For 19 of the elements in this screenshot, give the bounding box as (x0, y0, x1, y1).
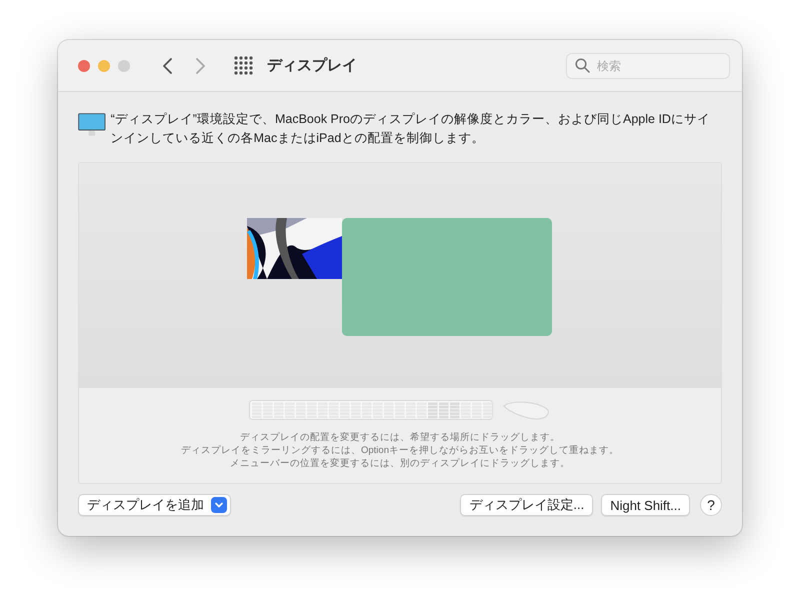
hint-text: ディスプレイをミラーリングするには、Optionキーを押しながらお互いをドラッグして重ねます。 (181, 444, 619, 457)
mouse-icon (501, 400, 551, 420)
chevron-icon (211, 497, 227, 513)
settings-button[interactable]: Night Shift... (601, 494, 690, 516)
window-title: ディスプレイ (267, 56, 357, 75)
help-button[interactable]: ? (700, 494, 722, 516)
zoom-button[interactable] (118, 60, 130, 72)
settings-button[interactable]: ディスプレイ設定... (460, 494, 594, 516)
grid-icon[interactable] (234, 56, 253, 75)
forward-icon[interactable] (194, 56, 206, 74)
search-icon (575, 58, 590, 72)
hint-text: メニューバーの位置を変更するには、別のディスプレイにドラッグします。 (230, 457, 570, 470)
search-field[interactable]: 検索 (566, 52, 730, 78)
close-button[interactable] (78, 60, 90, 72)
description-text: “ディスプレイ”環境設定で、MacBook Proのディスプレイの解像度とカラー、および同じApple IDにサインインしている近くの各MacまたはiPadとの配置を制御します。 (110, 111, 711, 147)
minimize-button[interactable] (98, 60, 110, 72)
hint-text: ディスプレイの配置を変更するには、希望する場所にドラッグします。 (240, 431, 560, 444)
add-display-dropdown[interactable]: ディスプレイを追加 (78, 494, 231, 516)
back-icon[interactable] (162, 56, 174, 74)
